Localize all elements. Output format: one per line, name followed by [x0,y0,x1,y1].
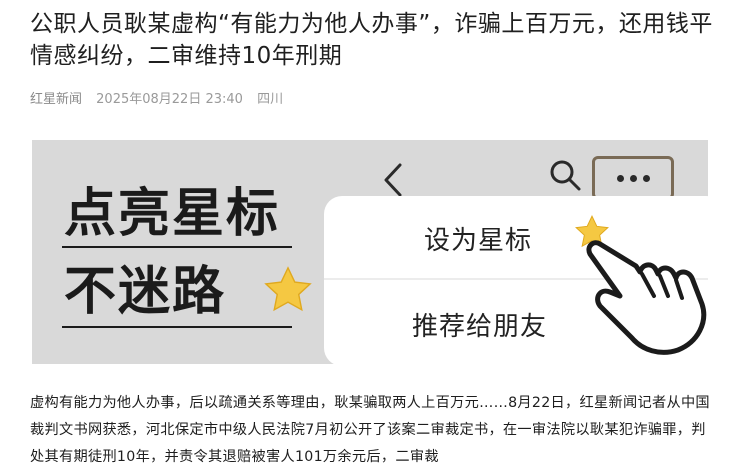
slogan-line-2: 不迷路 [64,261,227,322]
slogan-underline-1 [62,246,292,248]
pointing-hand-icon [586,240,707,355]
article-meta: 红星新闻 2025年08月22日 23:40 四川 [30,88,283,107]
slogan-line-1: 点亮星标 [64,183,281,244]
star-icon [264,266,312,312]
back-chevron-icon [384,163,402,197]
more-dots-icon [592,156,674,200]
menu-item-set-star-label: 设为星标 [424,226,533,256]
menu-item-recommend-label: 推荐给朋友 [412,312,548,342]
search-icon [550,160,581,191]
article-datetime: 2025年08月22日 23:40 [96,92,243,107]
article-location: 四川 [257,92,284,107]
article-title: 公职人员耿某虚构“有能力为他人办事”，诈骗上百万元，还用钱平情感纠纷，二审维持1… [30,11,713,69]
star-promo-banner: 点亮星标 不迷路 设为星标 推荐给朋友 [32,140,708,364]
article-source[interactable]: 红星新闻 [30,92,82,107]
article-body: 虚构有能力为他人办事，后以疏通关系等理由，耿某骗取两人上百万元……8月22日，红… [30,395,710,465]
slogan-underline-2 [62,326,292,328]
